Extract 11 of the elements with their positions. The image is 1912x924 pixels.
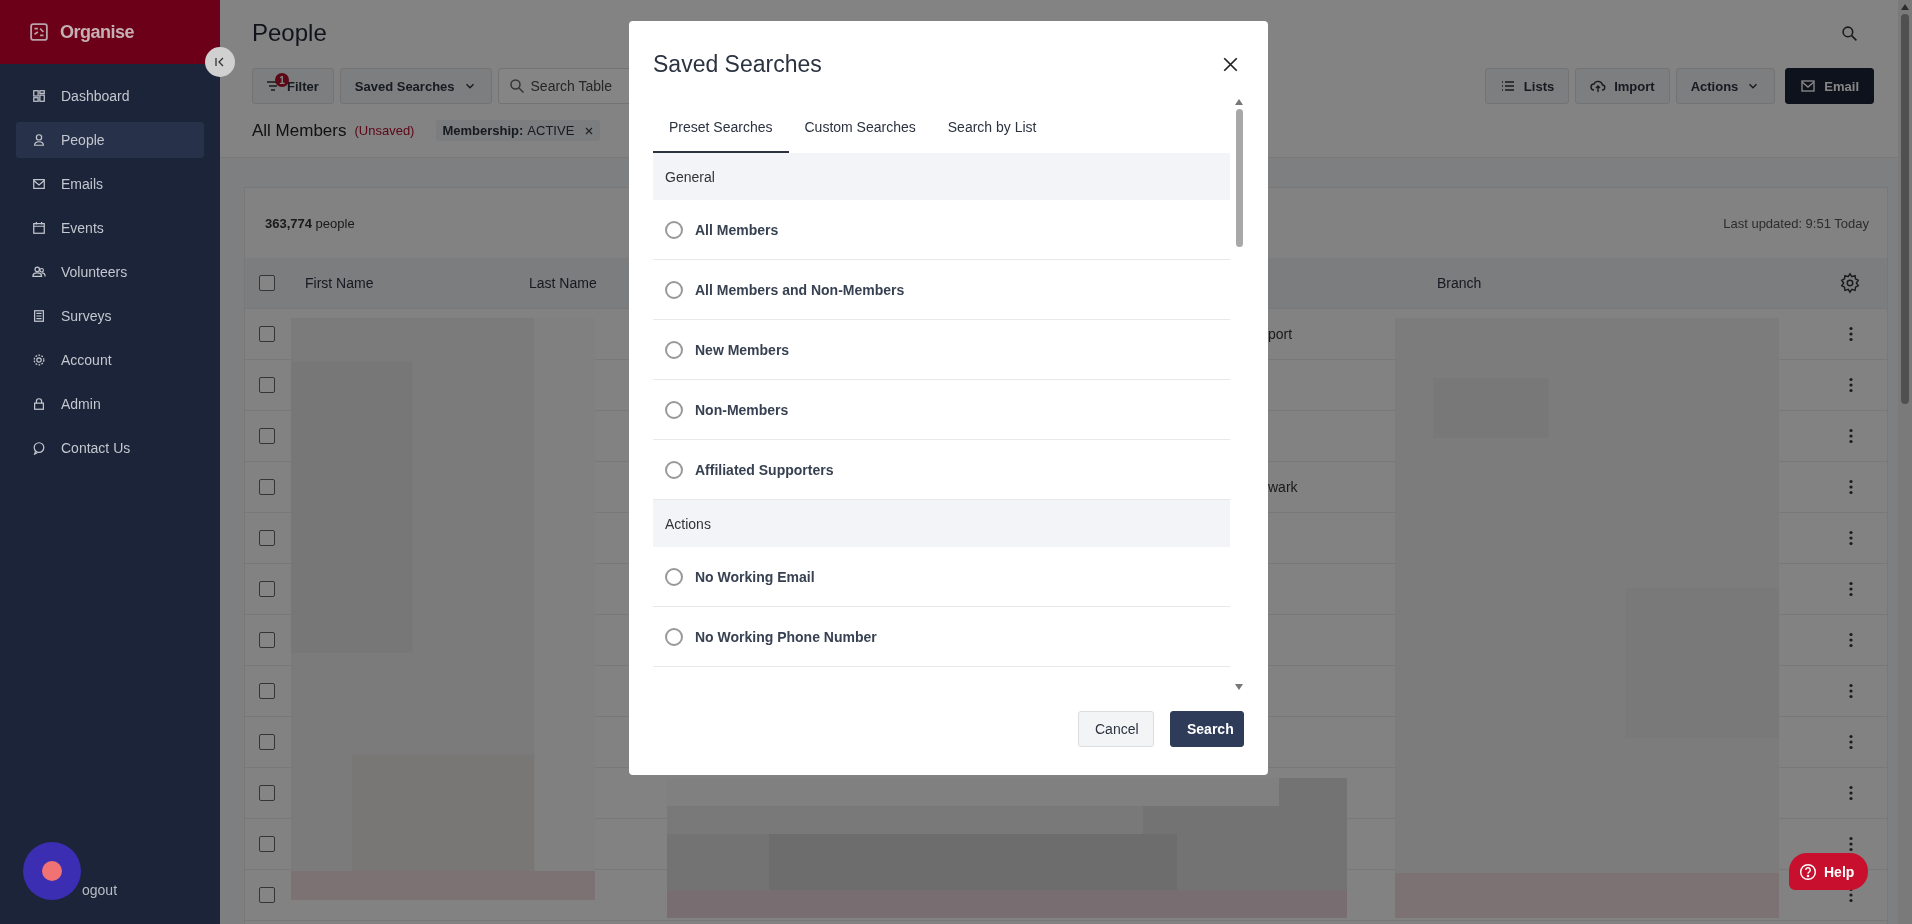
last-updated-text: Last updated: 9:51 Today xyxy=(1723,215,1869,231)
table-cell: wark xyxy=(1268,479,1298,495)
unsaved-label: (Unsaved) xyxy=(354,123,415,138)
table-cell: port xyxy=(1268,326,1293,342)
brand-name: Organise xyxy=(60,21,135,43)
group-heading: General xyxy=(653,153,1230,200)
group-heading: Actions xyxy=(653,500,1230,547)
page-title: People xyxy=(252,19,327,47)
count-badge: 1 xyxy=(275,73,289,87)
current-search-name: All Members xyxy=(252,120,347,141)
people-count: 363,774 people xyxy=(265,215,355,231)
